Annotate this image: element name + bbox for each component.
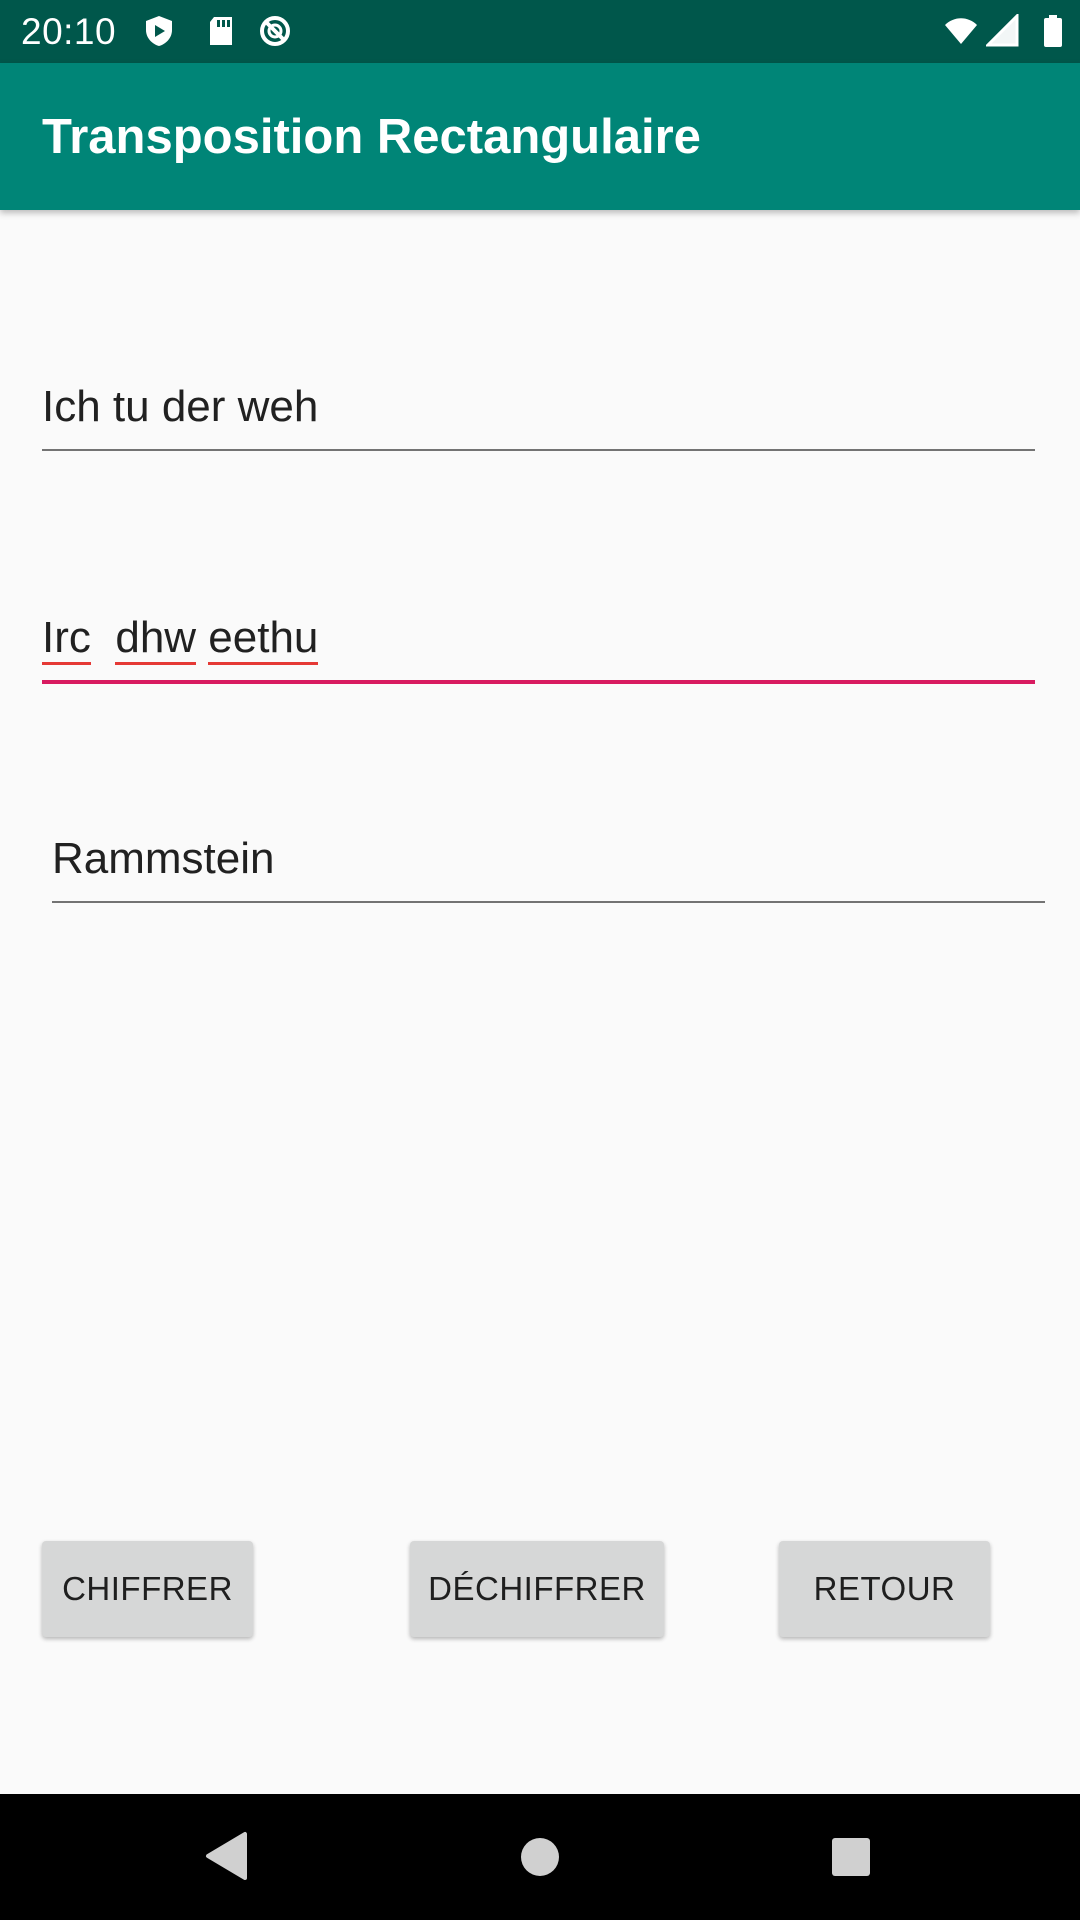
ciphertext-word: eethu (208, 613, 319, 665)
ciphertext-value: Irc dhw eethu (42, 608, 319, 668)
ciphertext-space (196, 613, 208, 662)
back-button[interactable]: RETOUR (779, 1541, 990, 1637)
plaintext-value: Ich tu der weh (42, 382, 319, 431)
back-icon[interactable] (205, 1831, 247, 1881)
ciphertext-word: Irc (42, 613, 91, 665)
key-value: Rammstein (52, 834, 275, 883)
plaintext-underline (42, 449, 1035, 451)
plaintext-field[interactable]: Ich tu der weh (42, 377, 1035, 451)
decrypt-button[interactable]: DÉCHIFFRER (410, 1541, 664, 1637)
status-time: 20:10 (21, 11, 117, 52)
ciphertext-field[interactable]: Irc dhw eethu (42, 608, 1035, 684)
app-bar: Transposition Rectangulaire (0, 63, 1080, 210)
battery-icon (1044, 15, 1062, 47)
encrypt-button[interactable]: CHIFFRER (42, 1541, 253, 1637)
sd-card-icon (210, 17, 232, 45)
cell-signal-icon (986, 14, 1019, 47)
play-protect-icon (146, 16, 172, 46)
key-underline (52, 901, 1045, 903)
data-saver-icon (260, 16, 290, 46)
ciphertext-word: dhw (115, 613, 197, 665)
wifi-icon (945, 18, 977, 44)
navigation-bar (0, 1794, 1080, 1920)
home-icon[interactable] (520, 1837, 560, 1877)
key-field[interactable]: Rammstein (52, 829, 1045, 903)
ciphertext-underline (42, 680, 1035, 684)
status-bar: 20:10 (0, 0, 1080, 63)
ciphertext-gap (91, 613, 115, 662)
recents-icon[interactable] (831, 1837, 871, 1877)
app-title: Transposition Rectangulaire (42, 110, 701, 164)
